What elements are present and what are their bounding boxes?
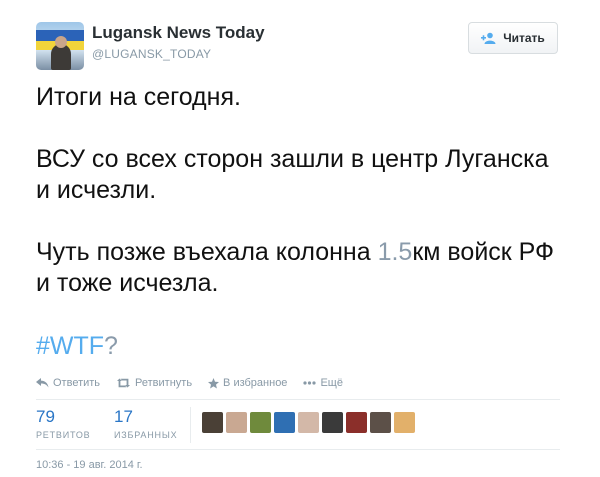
follow-button-label: Читать [503, 31, 545, 45]
tweet-actions: Ответить Ретвитнуть В избранное Ещё [36, 377, 343, 389]
favorite-action[interactable]: В избранное [208, 377, 287, 389]
retweet-stat[interactable]: 79 РЕТВИТОВ [36, 407, 91, 441]
reply-action[interactable]: Ответить [36, 377, 100, 389]
favoriter-avatar[interactable] [394, 412, 415, 433]
favoriter-avatars [202, 412, 415, 433]
favoriter-avatar[interactable] [202, 412, 223, 433]
tweet-line-4-pre: Чуть позже въехала колонна [36, 238, 378, 266]
hashtag-suffix: ? [104, 332, 118, 360]
retweet-count: 79 [36, 407, 55, 426]
retweet-icon [117, 378, 131, 388]
more-action[interactable]: Ещё [303, 377, 343, 389]
author-avatar[interactable] [36, 22, 84, 70]
favoriter-avatar[interactable] [346, 412, 367, 433]
retweet-count-label: РЕТВИТОВ [36, 430, 91, 440]
favoriter-avatar[interactable] [370, 412, 391, 433]
star-icon [208, 377, 220, 388]
reply-icon [36, 378, 49, 388]
follow-button[interactable]: Читать [468, 22, 558, 54]
retweet-action[interactable]: Ретвитнуть [116, 377, 192, 389]
divider-bottom [36, 449, 560, 450]
tweet-line-4: Чуть позже въехала колонна 1.5км войск Р… [36, 237, 554, 268]
hashtag-link[interactable]: #WTF [36, 332, 104, 360]
favoriter-avatar[interactable] [250, 412, 271, 433]
favorite-count-label: ИЗБРАННЫХ [114, 430, 178, 440]
tweet-line-4-post: км войск РФ [412, 238, 555, 266]
tweet-line-5: и тоже исчезла. [36, 269, 219, 297]
tweet-line-1: Итоги на сегодня. [36, 83, 241, 111]
tweet-distance-number: 1.5 [377, 238, 413, 266]
tweet-timestamp[interactable]: 10:36 - 19 авг. 2014 г. [36, 459, 143, 471]
reply-label: Ответить [53, 377, 101, 389]
favorite-stat[interactable]: 17 ИЗБРАННЫХ [114, 407, 178, 441]
favoriter-avatar[interactable] [322, 412, 343, 433]
tweet-line-2: ВСУ со всех сторон зашли в центр Луганск… [36, 145, 549, 173]
favoriter-avatar[interactable] [298, 412, 319, 433]
favoriter-avatar[interactable] [226, 412, 247, 433]
stats-separator [190, 407, 191, 443]
retweet-label: Ретвитнуть [135, 377, 193, 389]
follow-person-plus-icon [481, 32, 496, 44]
favorite-label: В избранное [223, 377, 288, 389]
divider-top [36, 399, 560, 400]
more-label: Ещё [320, 377, 343, 389]
tweet-line-3: и исчезли. [36, 176, 157, 204]
avatar-head [55, 36, 67, 48]
author-handle[interactable]: @LUGANSK_TODAY [92, 47, 211, 61]
author-name[interactable]: Lugansk News Today [92, 23, 265, 43]
tweet-hashtag-line: #WTF? [36, 331, 118, 362]
favorite-count: 17 [114, 407, 133, 426]
favoriter-avatar[interactable] [274, 412, 295, 433]
more-dots-icon [303, 381, 317, 385]
